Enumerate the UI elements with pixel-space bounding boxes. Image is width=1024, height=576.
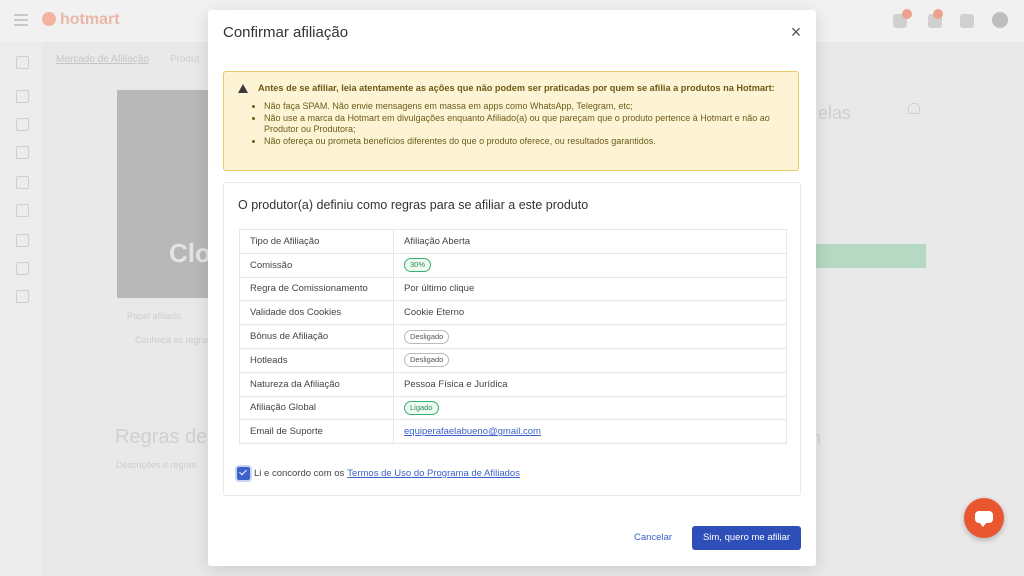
warning-item: Não ofereça ou prometa benefícios difere…: [264, 136, 784, 148]
sidebar-icon[interactable]: [16, 204, 29, 217]
product-meta: Papel afiliado: [127, 311, 182, 321]
affiliate-button-bg[interactable]: [816, 244, 926, 268]
product-meta: Conheça as regras: [135, 335, 212, 345]
rules-title: O produtor(a) definiu como regras para s…: [238, 198, 589, 212]
sidebar: [0, 42, 42, 576]
rule-label: Comissão: [239, 252, 394, 278]
product-cover-image: Clo: [117, 90, 211, 298]
table-row: Regra de Comissionamento Por último cliq…: [239, 276, 787, 302]
sidebar-icon[interactable]: [16, 262, 29, 275]
support-email-link[interactable]: equiperafaelabueno@gmail.com: [404, 426, 541, 437]
sidebar-icon[interactable]: [16, 176, 29, 189]
confirm-affiliation-button[interactable]: Sim, quero me afiliar: [692, 526, 801, 550]
table-row: Validade dos Cookies Cookie Eterno: [239, 300, 787, 326]
close-icon[interactable]: ×: [788, 23, 804, 41]
warning-heading: Antes de se afiliar, leia atentamente as…: [258, 83, 775, 93]
section-title: Regras de: [115, 426, 208, 448]
chat-icon: [975, 511, 993, 527]
sidebar-icon[interactable]: [16, 118, 29, 131]
sidebar-icon[interactable]: [16, 90, 29, 103]
warning-item: Não use a marca da Hotmart em divulgaçõe…: [264, 113, 784, 136]
rules-table: Tipo de Afiliação Afiliação Aberta Comis…: [239, 229, 787, 445]
chat-button[interactable]: [964, 498, 1004, 538]
section-subtitle: Descrições e regras: [116, 460, 197, 470]
rule-value: Afiliação Aberta: [393, 229, 787, 254]
rule-label: Hotleads: [239, 347, 394, 373]
menu-icon[interactable]: [14, 14, 28, 16]
modal-title: Confirmar afiliação: [223, 24, 349, 41]
avatar[interactable]: [992, 12, 1008, 28]
warning-alert: Antes de se afiliar, leia atentamente as…: [223, 71, 799, 171]
table-row: Natureza da Afiliação Pessoa Física e Ju…: [239, 371, 787, 397]
sidebar-icon[interactable]: [16, 56, 29, 69]
agree-text: Li e concordo com os: [254, 468, 345, 479]
terms-agreement: Li e concordo com os Termos de Uso do Pr…: [237, 467, 520, 480]
product-title-fragment: elas: [818, 103, 852, 123]
rule-label: Bônus de Afiliação: [239, 324, 394, 349]
warning-icon: [238, 84, 248, 93]
rule-label: Validade dos Cookies: [239, 300, 394, 326]
breadcrumb-current: Produt: [170, 54, 200, 65]
apps-icon[interactable]: [960, 14, 974, 28]
rule-label: Natureza da Afiliação: [239, 371, 394, 397]
rule-value: Por último clique: [393, 276, 787, 302]
breadcrumb[interactable]: Mercado de Afiliação: [56, 54, 149, 65]
sidebar-icon[interactable]: [16, 290, 29, 303]
rule-value: Pessoa Física e Jurídica: [393, 371, 787, 397]
table-row: Tipo de Afiliação Afiliação Aberta: [239, 229, 787, 254]
rule-label: Tipo de Afiliação: [239, 229, 394, 254]
rule-value: Cookie Eterno: [393, 300, 787, 326]
flame-icon: [42, 12, 56, 26]
rule-label: Regra de Comissionamento: [239, 276, 394, 302]
warning-item: Não faça SPAM. Não envie mensagens em ma…: [264, 101, 784, 113]
hotmart-logo[interactable]: hotmart: [42, 11, 120, 29]
rules-panel: O produtor(a) definiu como regras para s…: [223, 182, 801, 496]
terms-checkbox[interactable]: [237, 467, 250, 480]
table-row: Afiliação Global Ligado: [239, 395, 787, 421]
status-badge: Ligado: [404, 400, 439, 415]
table-row: Comissão 30%: [239, 252, 787, 278]
status-badge: Desligado: [404, 353, 450, 368]
table-row: Bônus de Afiliação Desligado: [239, 324, 787, 349]
sidebar-icon[interactable]: [16, 146, 29, 159]
table-row: Email de Suporte equiperafaelabueno@gmai…: [239, 419, 787, 445]
commission-badge: 30%: [404, 258, 432, 273]
heart-icon[interactable]: [908, 103, 920, 114]
cancel-button[interactable]: Cancelar: [634, 532, 672, 543]
table-row: Hotleads Desligado: [239, 347, 787, 373]
notification-badge: [902, 9, 912, 19]
notification-badge: [933, 9, 943, 19]
rule-label: Email de Suporte: [239, 419, 394, 445]
sidebar-icon[interactable]: [16, 234, 29, 247]
warning-list: Não faça SPAM. Não envie mensagens em ma…: [238, 101, 784, 147]
confirm-affiliation-modal: Confirmar afiliação × Antes de se afilia…: [208, 10, 816, 566]
status-badge: Desligado: [404, 329, 450, 344]
terms-link[interactable]: Termos de Uso do Programa de Afiliados: [347, 468, 520, 479]
rule-label: Afiliação Global: [239, 395, 394, 421]
